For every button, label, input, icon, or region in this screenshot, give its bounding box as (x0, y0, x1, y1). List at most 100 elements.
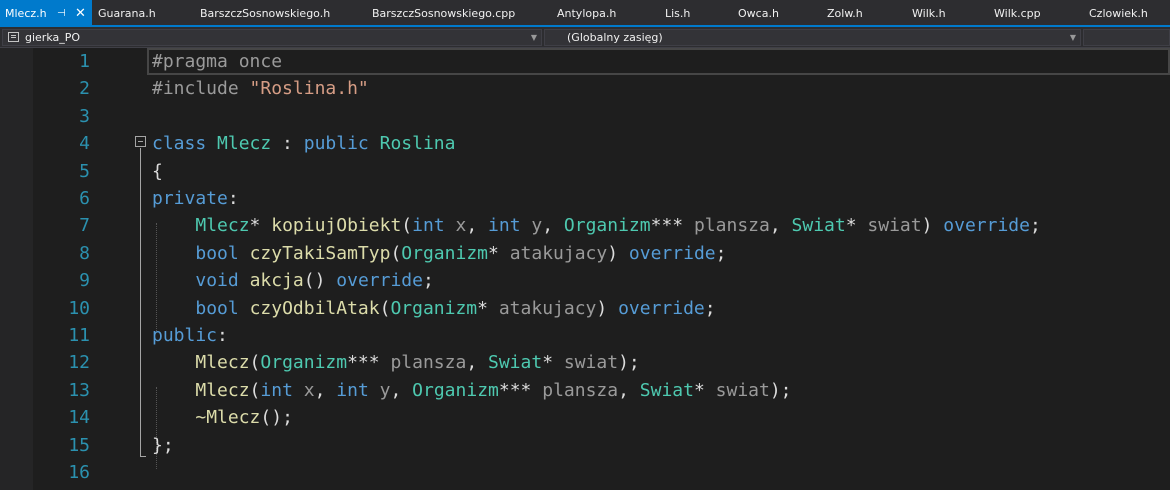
code-line[interactable]: 5{ (0, 158, 1170, 185)
line-number: 7 (79, 215, 90, 237)
code-line[interactable]: 3 (0, 103, 1170, 130)
code-token: Organizm (412, 379, 499, 401)
code-token: Organizm (260, 352, 348, 374)
line-number: 3 (79, 105, 90, 127)
code-editor[interactable]: 1 #pragma once 2 #include "Roslina.h" 3 4 clas… (0, 48, 1170, 490)
code-line[interactable]: 8 bool czyTakiSamTyp(Organizm* atakujacy… (0, 240, 1170, 267)
code-line[interactable]: 12 Mlecz(Organizm*** plansza, Swiat* swi… (0, 349, 1170, 376)
line-code: class Mlecz : public Roslina (152, 130, 455, 157)
pin-icon[interactable]: ⊣ (57, 0, 66, 28)
code-line[interactable]: 9 void akcja() override; (0, 267, 1170, 294)
code-token: : (271, 133, 304, 155)
tab-owca-h[interactable]: Owca.h (738, 0, 779, 25)
code-token: ; (1029, 215, 1041, 237)
line-code: void akcja() override; (152, 267, 434, 294)
code-token: { (152, 160, 163, 182)
code-token: ( (249, 379, 261, 401)
tab-barszczsosnowskiego-h[interactable]: BarszczSosnowskiego.h (200, 0, 330, 25)
code-token: Mlecz (217, 133, 272, 155)
code-token: , (390, 379, 413, 401)
tab-mlecz-h[interactable]: Mlecz.h ⊣ ✕ (0, 0, 92, 25)
code-token: override (943, 215, 1030, 237)
tab-guarana-h[interactable]: Guarana.h (98, 0, 156, 25)
line-number: 14 (68, 407, 90, 429)
code-line[interactable]: 2 #include "Roslina.h" (0, 75, 1170, 102)
tab-label: Owca.h (738, 7, 779, 20)
code-token: () (303, 270, 337, 292)
code-token: swiat (715, 379, 770, 401)
code-token: ~Mlecz (195, 407, 261, 429)
scope-dropdown[interactable]: (Globalny zasięg) ▼ (544, 29, 1081, 46)
code-token: x (303, 379, 315, 401)
chevron-down-icon[interactable]: ▼ (1070, 30, 1076, 45)
navigation-bar: gierka_PO ▼ (Globalny zasięg) ▼ (0, 27, 1170, 48)
code-line[interactable]: 11 public: (0, 322, 1170, 349)
code-token: plansza (390, 352, 467, 374)
project-name: gierka_PO (25, 31, 81, 44)
code-token: Roslina (379, 133, 456, 155)
code-token: , (769, 215, 792, 237)
code-token: x (455, 215, 467, 237)
tab-label: Zolw.h (827, 7, 863, 20)
line-number: 5 (79, 160, 90, 182)
tab-lis-h[interactable]: Lis.h (665, 0, 690, 25)
code-line[interactable]: 7 Mlecz* kopiujObiekt(int x, int y, Orga… (0, 212, 1170, 239)
code-line[interactable]: 14 ~Mlecz(); (0, 404, 1170, 431)
code-line[interactable]: 15}; (0, 432, 1170, 459)
code-token: plansza (693, 215, 770, 237)
close-icon[interactable]: ✕ (75, 0, 86, 28)
line-code: #pragma once (152, 48, 282, 75)
code-line[interactable]: 16 (0, 459, 1170, 486)
code-line[interactable]: 1 #pragma once (0, 48, 1170, 75)
tab-czlowiek-h[interactable]: Czlowiek.h (1089, 0, 1148, 25)
code-token: czyTakiSamTyp (249, 242, 391, 264)
code-token: * (845, 215, 868, 237)
code-token: ; (422, 270, 434, 292)
code-token: * (477, 297, 499, 319)
tab-wilk-h[interactable]: Wilk.h (912, 0, 946, 25)
line-code: Mlecz(int x, int y, Organizm*** plansza,… (152, 377, 791, 404)
code-token: Organizm (563, 215, 651, 237)
tab-wilk-cpp[interactable]: Wilk.cpp (994, 0, 1041, 25)
tab-zolw-h[interactable]: Zolw.h (827, 0, 863, 25)
project-dropdown[interactable]: gierka_PO ▼ (2, 29, 542, 46)
code-token: , (542, 215, 564, 237)
code-token: #pragma once (152, 51, 283, 72)
code-token: bool (195, 242, 239, 264)
code-line[interactable]: 13 Mlecz(int x, int y, Organizm*** plans… (0, 377, 1170, 404)
code-token: void (195, 270, 239, 292)
code-token: swiat (867, 215, 922, 237)
line-code: Mlecz* kopiujObiekt(int x, int y, Organi… (152, 212, 1041, 239)
member-dropdown[interactable] (1083, 29, 1170, 46)
tab-barszczsosnowskiego-cpp[interactable]: BarszczSosnowskiego.cpp (372, 0, 515, 25)
line-code: { (152, 158, 163, 185)
line-code: bool czyTakiSamTyp(Organizm* atakujacy) … (152, 240, 726, 267)
chevron-down-icon[interactable]: ▼ (531, 30, 537, 45)
code-token: Mlecz (195, 215, 250, 237)
code-token: , (314, 379, 337, 401)
line-code: public: (152, 322, 228, 349)
code-token: class (152, 133, 207, 155)
code-line[interactable]: 10 bool czyOdbilAtak(Organizm* atakujacy… (0, 295, 1170, 322)
code-token: swiat (563, 352, 619, 374)
code-line[interactable]: 4 class Mlecz : public Roslina (0, 130, 1170, 157)
code-token: override (336, 270, 423, 292)
code-token: Mlecz (195, 379, 250, 401)
code-token: Swiat (488, 352, 543, 374)
code-line[interactable]: 6 private: (0, 185, 1170, 212)
line-number: 2 (79, 78, 90, 100)
line-number: 10 (68, 297, 90, 319)
code-token: private (152, 188, 228, 209)
document-tab-strip: Mlecz.h ⊣ ✕ Guarana.h BarszczSosnowskieg… (0, 0, 1170, 27)
code-token: int (488, 215, 521, 237)
tab-antylopa-h[interactable]: Antylopa.h (557, 0, 616, 25)
